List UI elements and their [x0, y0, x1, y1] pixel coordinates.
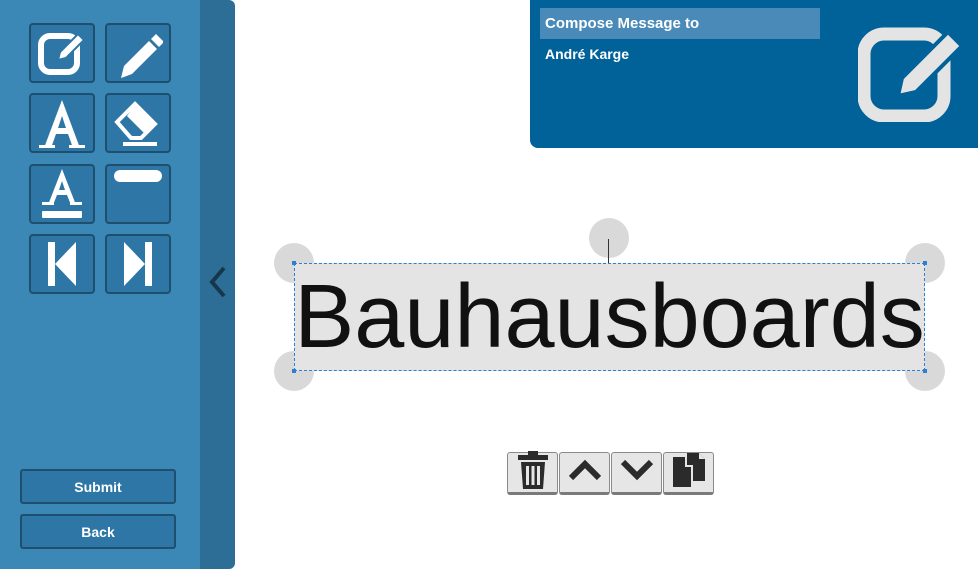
send-backward-button[interactable]: [611, 452, 662, 495]
next-page-button[interactable]: [105, 234, 171, 294]
selection-corner-top-right: [923, 261, 927, 265]
step-forward-icon: [118, 239, 158, 289]
delete-button[interactable]: [507, 450, 558, 495]
pencil-icon: [113, 26, 163, 80]
compose-panel: Compose Message to André Karge: [530, 0, 978, 148]
chevron-down-icon: [620, 458, 654, 487]
pencil-tool-button[interactable]: [105, 23, 171, 83]
app-root: Submit Back Compose Message to André Kar…: [0, 0, 978, 569]
canvas-text-element[interactable]: Bauhausboards: [294, 263, 925, 371]
step-backward-icon: [42, 239, 82, 289]
sidebar-collapse-handle[interactable]: [200, 0, 235, 569]
rotate-handle[interactable]: [589, 218, 629, 258]
rotate-handle-line: [608, 239, 609, 263]
eraser-tool-button[interactable]: [105, 93, 171, 153]
duplicate-button[interactable]: [663, 452, 714, 495]
compose-recipient: André Karge: [545, 46, 630, 62]
selection-corner-top-left: [292, 261, 296, 265]
canvas-text: Bauhausboards: [294, 267, 925, 367]
compose-title: Compose Message to: [540, 8, 820, 39]
compose-tool-button[interactable]: [29, 23, 95, 83]
rectangle-tool-button[interactable]: [105, 164, 171, 224]
bring-forward-button[interactable]: [559, 452, 610, 495]
selection-corner-bottom-right: [923, 369, 927, 373]
font-underline-icon: [36, 167, 88, 221]
trash-icon: [516, 450, 550, 495]
chevron-left-icon: [206, 265, 230, 304]
selection-corner-bottom-left: [292, 369, 296, 373]
back-button[interactable]: Back: [20, 514, 176, 549]
rectangle-icon: [112, 168, 164, 184]
submit-button[interactable]: Submit: [20, 469, 176, 504]
edit-square-icon: [36, 27, 88, 79]
text-underline-tool-button[interactable]: [29, 164, 95, 224]
edit-square-icon: [857, 22, 966, 127]
text-tool-button[interactable]: [29, 93, 95, 153]
sidebar-tool-panel: Submit Back: [0, 0, 200, 569]
copy-icon: [671, 451, 707, 494]
sidebar: Submit Back: [0, 0, 235, 569]
chevron-up-icon: [568, 458, 602, 487]
eraser-icon: [111, 96, 165, 150]
element-toolbar: [507, 450, 715, 495]
font-icon: [36, 96, 88, 150]
previous-page-button[interactable]: [29, 234, 95, 294]
